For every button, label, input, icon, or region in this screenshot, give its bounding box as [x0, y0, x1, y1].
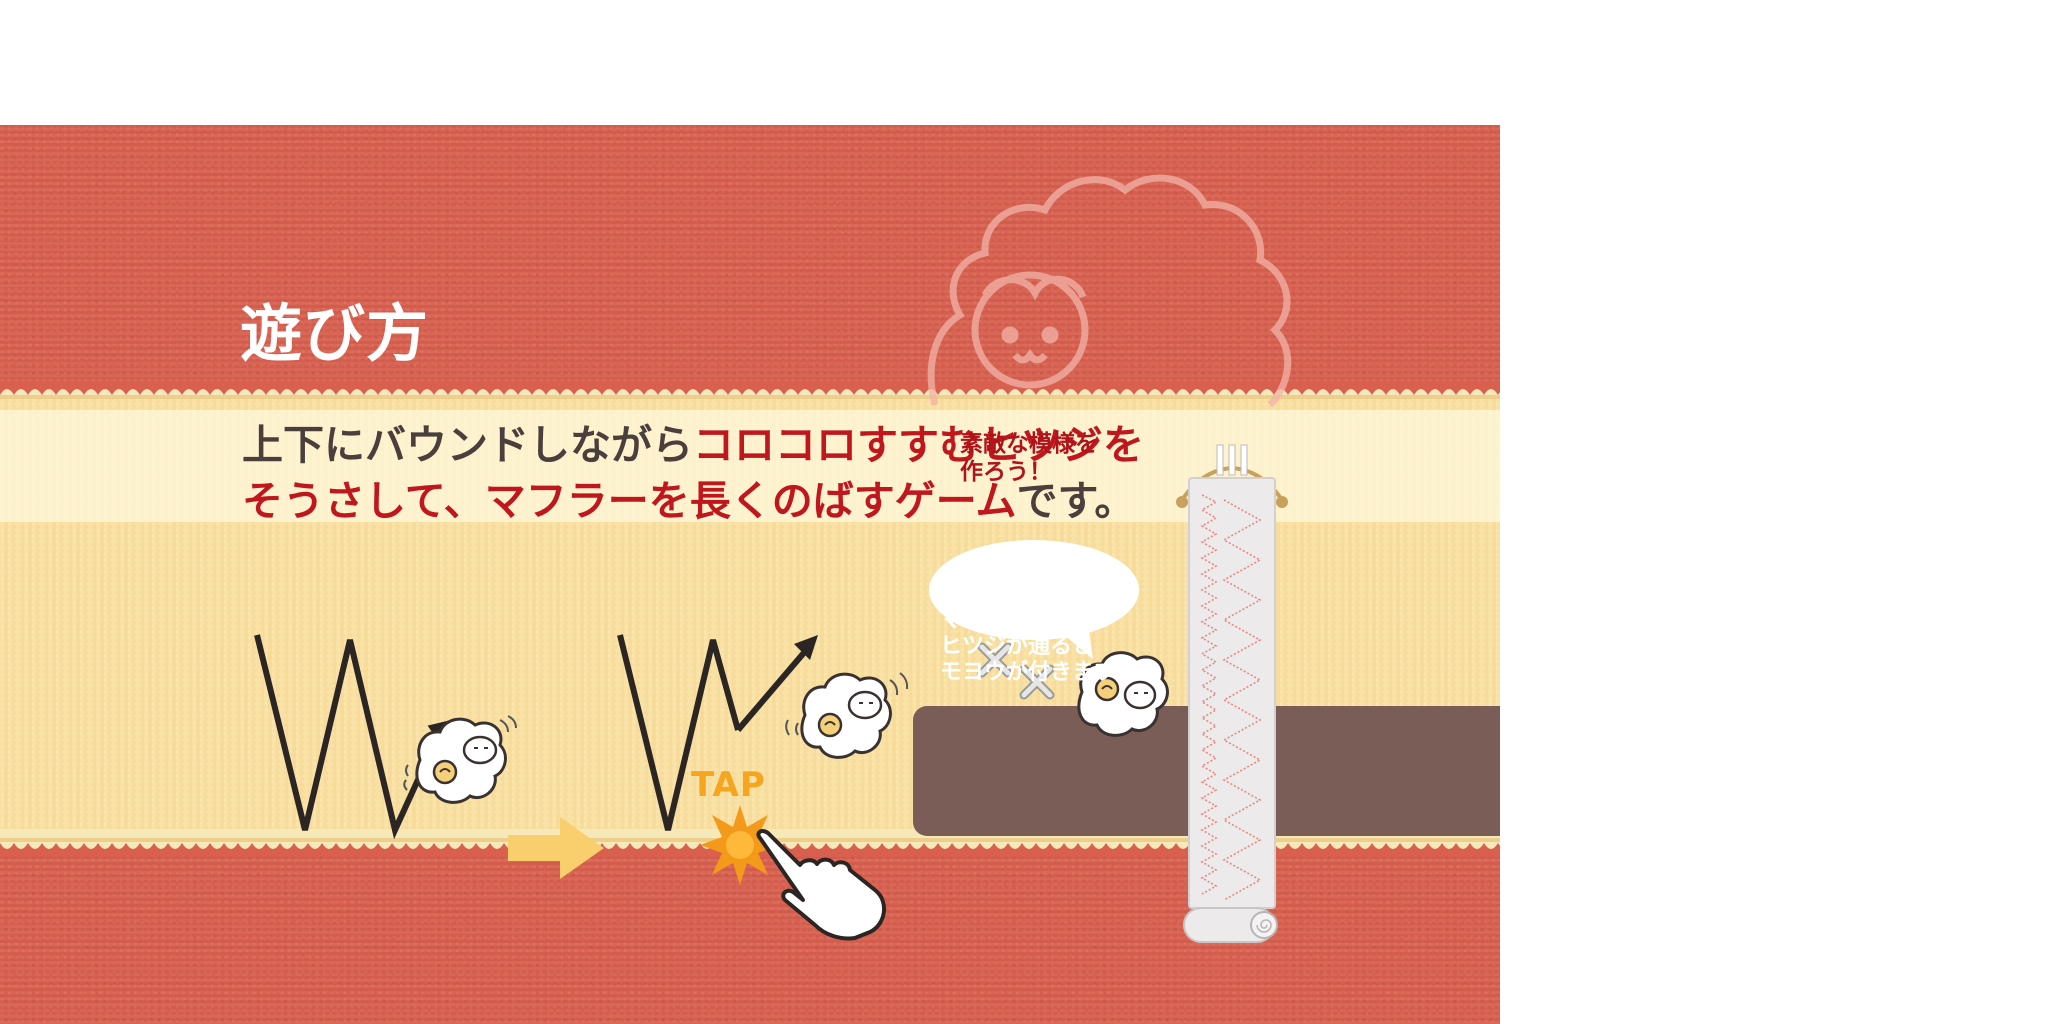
tap-label: TAP	[691, 765, 766, 805]
page-title: 遊び方	[240, 297, 430, 370]
sheep-outline-icon	[927, 174, 1292, 408]
headline-highlight: そうさして、マフラーを長くのばすゲーム	[242, 477, 1017, 525]
headline-text: 上下にバウンドしながら	[242, 421, 693, 469]
info-box-text: マフラーには、 ヒツジが通ると モヨウが付きます。	[940, 608, 1136, 685]
sheep-icon	[403, 715, 517, 804]
arrow-right-icon	[508, 817, 604, 879]
sheep-icon	[785, 672, 909, 759]
how-to-play-panel: TAP 遊び方 上下にバウンドしながらコロコロすすむヒツジを そうさして、マフラ…	[0, 125, 1500, 1024]
speech-bubble-text: 素敵な模様を 作ろう！	[960, 431, 1098, 485]
pointing-hand-icon	[756, 829, 886, 941]
